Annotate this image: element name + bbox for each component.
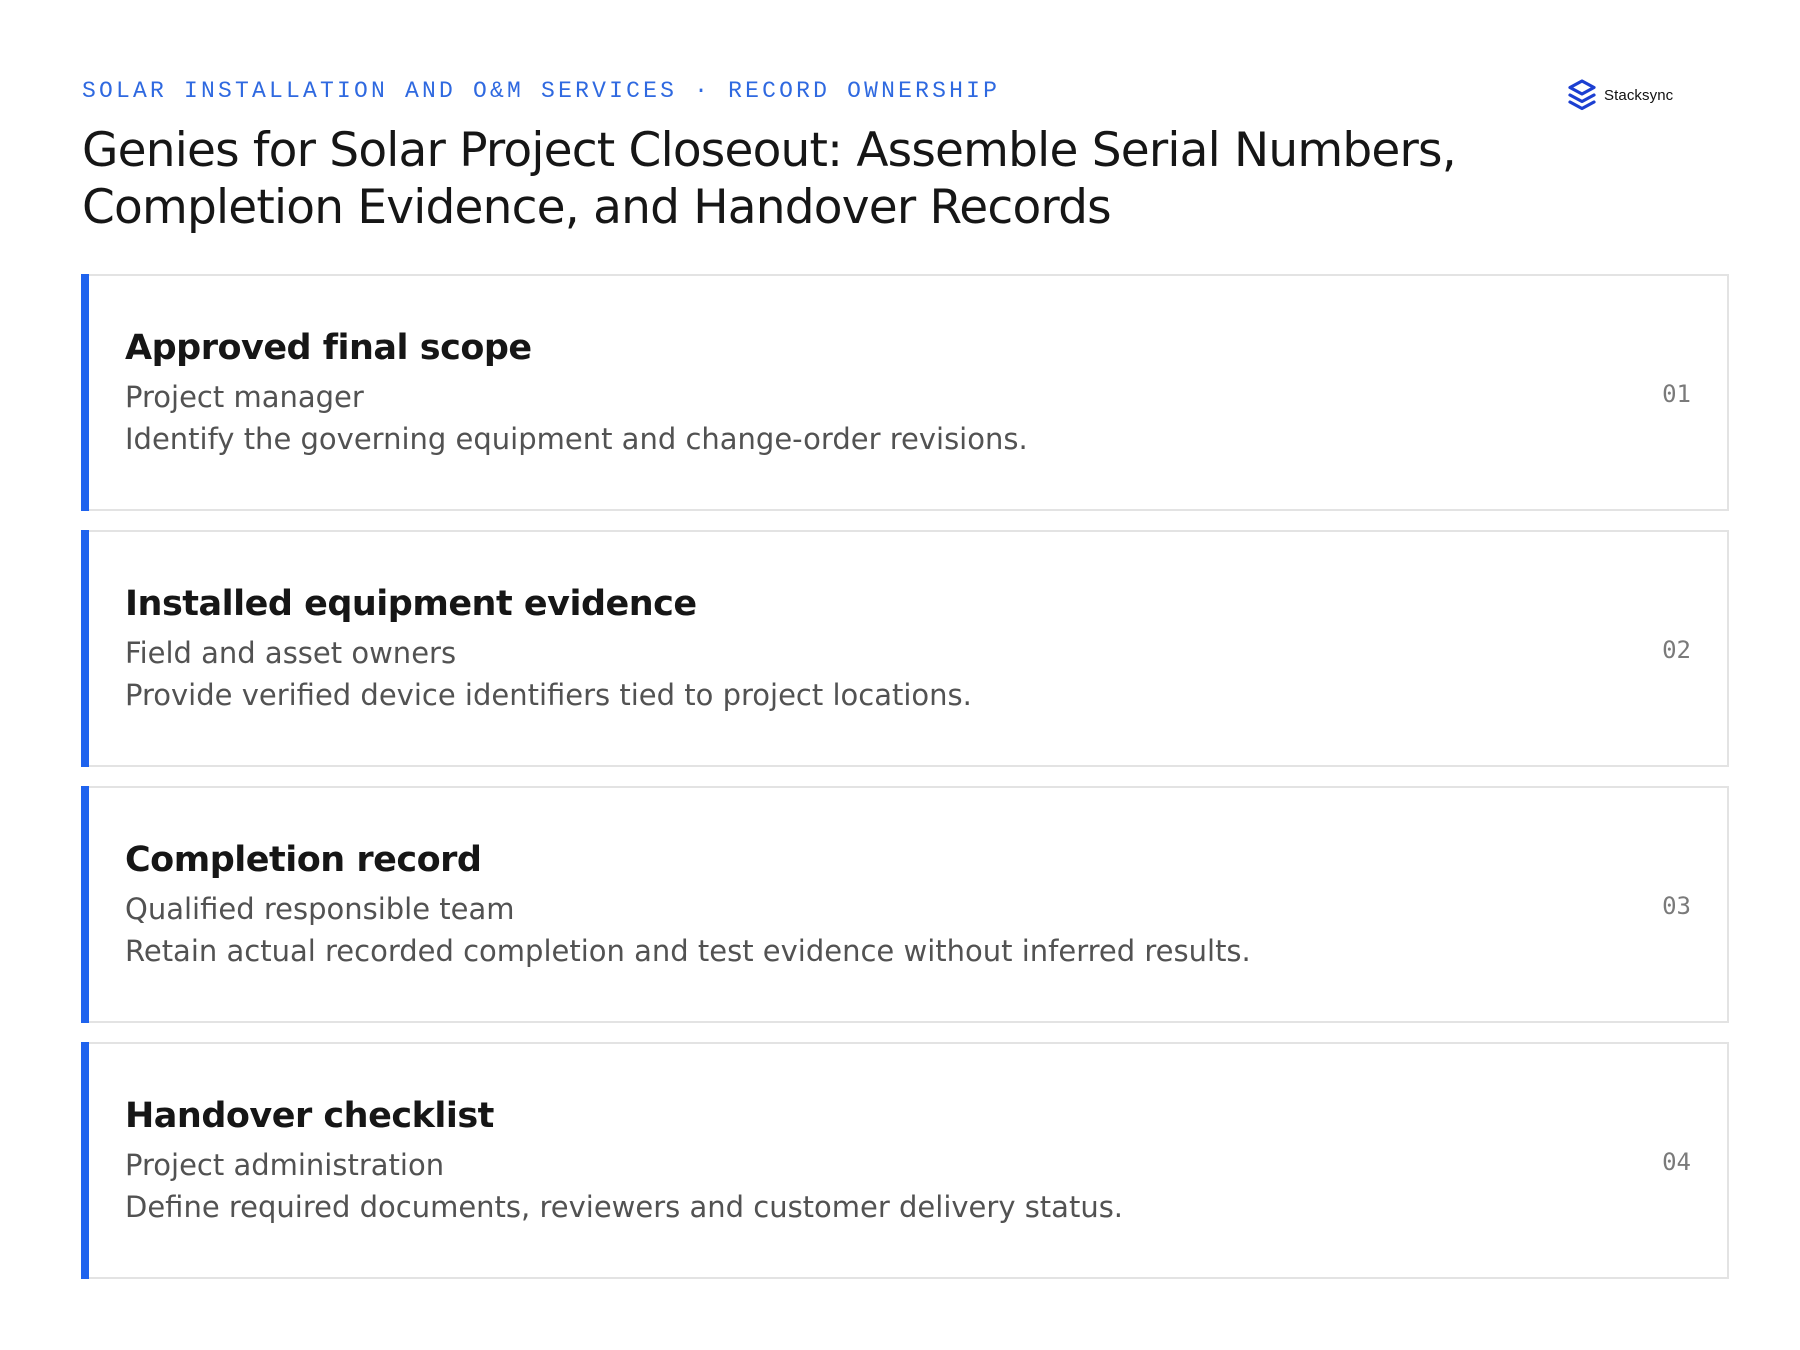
card-title: Installed equipment evidence [125, 584, 697, 624]
eyebrow-label: SOLAR INSTALLATION AND O&M SERVICES · RE… [82, 78, 1001, 104]
card-title: Approved final scope [125, 328, 532, 368]
ownership-card: Installed equipment evidence Field and a… [81, 530, 1729, 767]
card-content: Completion record Qualified responsible … [125, 838, 1607, 972]
card-owner: Qualified responsible team [125, 892, 515, 926]
page-title: Genies for Solar Project Closeout: Assem… [82, 123, 1457, 235]
ownership-card: Approved final scope Project manager Ide… [81, 274, 1729, 511]
logo-wordmark: Stacksync [1604, 86, 1674, 104]
card-number: 03 [1662, 892, 1691, 920]
ownership-card: Handover checklist Project administratio… [81, 1042, 1729, 1279]
stacksync-logo-icon [1568, 79, 1596, 111]
card-number: 04 [1662, 1148, 1691, 1176]
card-number: 01 [1662, 380, 1691, 408]
ownership-card: Completion record Qualified responsible … [81, 786, 1729, 1023]
card-accent-bar [81, 786, 89, 1023]
card-description: Provide verified device identifiers tied… [125, 678, 972, 712]
card-number: 02 [1662, 636, 1691, 664]
brand-logo: Stacksync [1566, 78, 1673, 112]
card-owner: Project manager [125, 380, 364, 414]
card-accent-bar [81, 530, 89, 767]
card-description: Identify the governing equipment and cha… [125, 422, 1028, 456]
card-title: Handover checklist [125, 1096, 494, 1136]
card-description: Retain actual recorded completion and te… [125, 934, 1251, 968]
card-owner: Field and asset owners [125, 636, 457, 670]
card-description: Define required documents, reviewers and… [125, 1190, 1124, 1224]
card-accent-bar [81, 274, 89, 511]
card-accent-bar [81, 1042, 89, 1279]
card-content: Installed equipment evidence Field and a… [125, 582, 1607, 716]
card-content: Handover checklist Project administratio… [125, 1094, 1607, 1228]
card-owner: Project administration [125, 1148, 445, 1182]
card-title: Completion record [125, 840, 482, 880]
card-content: Approved final scope Project manager Ide… [125, 326, 1607, 460]
ownership-list: Approved final scope Project manager Ide… [81, 274, 1729, 1298]
